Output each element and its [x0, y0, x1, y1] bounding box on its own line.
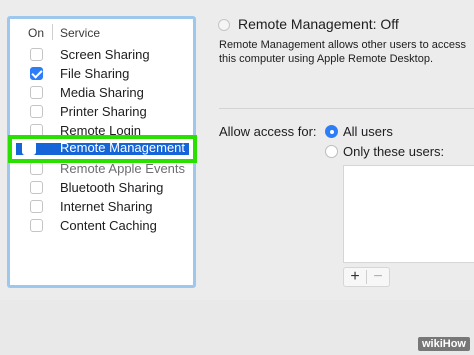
internet-sharing-checkbox[interactable]: [30, 200, 43, 213]
watermark-logo: wikiHow: [417, 337, 470, 351]
content-caching-checkbox[interactable]: [30, 219, 43, 232]
only-these-users-label[interactable]: Only these users:: [343, 144, 444, 159]
service-label: Content Caching: [60, 218, 157, 233]
column-header-on[interactable]: On: [28, 26, 44, 40]
only-these-users-radio[interactable]: [325, 145, 338, 158]
service-row-content-caching[interactable]: Content Caching: [10, 216, 193, 235]
service-row-file-sharing[interactable]: File Sharing: [10, 64, 193, 83]
window-footer: [0, 300, 474, 355]
file-sharing-checkbox[interactable]: [30, 67, 43, 80]
status-indicator-icon: [218, 19, 230, 31]
remote-management-checkbox[interactable]: [22, 141, 36, 155]
service-row-media-sharing[interactable]: Media Sharing: [10, 83, 193, 102]
remote-apple-events-checkbox[interactable]: [30, 162, 43, 175]
column-divider: [52, 24, 53, 40]
users-list[interactable]: [343, 165, 474, 263]
service-row-printer-sharing[interactable]: Printer Sharing: [10, 102, 193, 121]
all-users-label[interactable]: All users: [343, 124, 393, 139]
service-label: Remote Apple Events: [60, 161, 186, 176]
service-label-remote-management[interactable]: Remote Management: [60, 140, 185, 155]
service-row-bluetooth-sharing[interactable]: Bluetooth Sharing: [10, 178, 193, 197]
service-row-remote-login[interactable]: Remote Login: [10, 121, 193, 140]
printer-sharing-checkbox[interactable]: [30, 105, 43, 118]
service-label: Remote Login: [60, 123, 141, 138]
bluetooth-sharing-checkbox[interactable]: [30, 181, 43, 194]
service-status-title: Remote Management: Off: [238, 16, 399, 32]
divider: [219, 108, 474, 109]
add-user-button[interactable]: +: [345, 268, 365, 286]
column-header-service[interactable]: Service: [60, 26, 100, 40]
services-list-header: On Service: [10, 19, 193, 47]
media-sharing-checkbox[interactable]: [30, 86, 43, 99]
service-label: Screen Sharing: [60, 47, 150, 62]
service-label: Bluetooth Sharing: [60, 180, 164, 195]
all-users-radio[interactable]: [325, 125, 338, 138]
service-row-screen-sharing[interactable]: Screen Sharing: [10, 45, 193, 64]
service-row-internet-sharing[interactable]: Internet Sharing: [10, 197, 193, 216]
service-label: Media Sharing: [60, 85, 144, 100]
button-divider: [366, 270, 367, 284]
service-row-remote-apple-events[interactable]: Remote Apple Events: [10, 159, 193, 178]
allow-access-label: Allow access for:: [219, 124, 317, 139]
screen-sharing-checkbox[interactable]: [30, 48, 43, 61]
service-description: Remote Management allows other users to …: [219, 39, 467, 65]
service-label: Printer Sharing: [60, 104, 147, 119]
remote-login-checkbox[interactable]: [30, 124, 43, 137]
service-label: File Sharing: [60, 66, 130, 81]
remove-user-button[interactable]: −: [368, 268, 388, 286]
service-label: Internet Sharing: [60, 199, 153, 214]
